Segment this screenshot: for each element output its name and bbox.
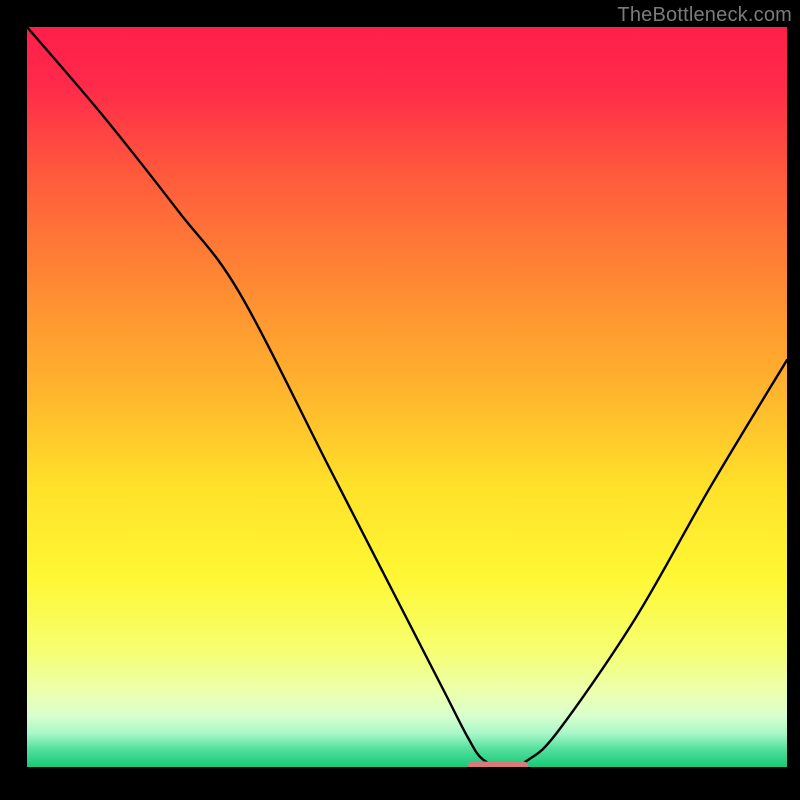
chart-frame: TheBottleneck.com — [0, 0, 800, 800]
optimal-marker — [468, 762, 529, 768]
chart-svg — [27, 27, 787, 767]
plot-area — [27, 27, 787, 767]
gradient-background — [27, 27, 787, 767]
watermark-text: TheBottleneck.com — [617, 4, 792, 27]
